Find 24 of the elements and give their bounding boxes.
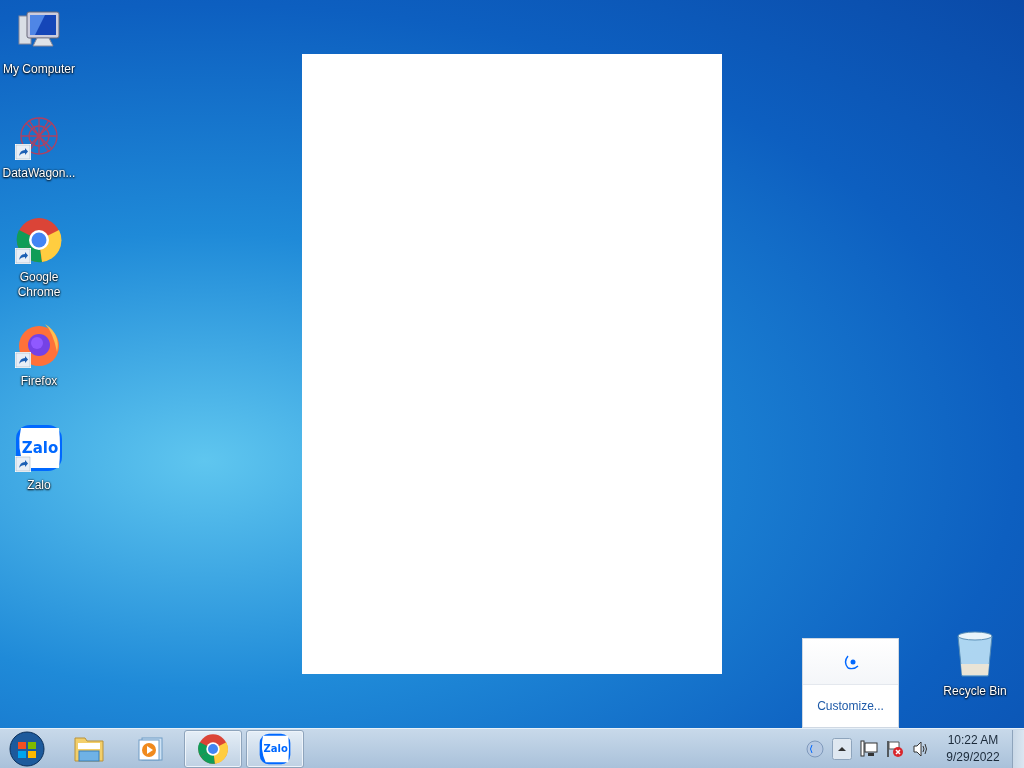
shortcut-arrow-icon bbox=[15, 248, 31, 264]
icon-label: DataWagon... bbox=[1, 166, 77, 181]
icon-label: Firefox bbox=[19, 374, 59, 389]
clock-time: 10:22 AM bbox=[946, 731, 1000, 749]
taskbar-button[interactable] bbox=[184, 729, 242, 768]
recycle-bin-icon[interactable] bbox=[955, 630, 995, 678]
network-icon[interactable] bbox=[860, 739, 878, 758]
show-hidden-icons-button[interactable] bbox=[832, 737, 852, 760]
icon-label: Zalo bbox=[26, 478, 52, 493]
icon-label: My Computer bbox=[2, 62, 76, 77]
shortcut-arrow-icon bbox=[15, 144, 31, 160]
shortcut-arrow-icon bbox=[15, 456, 31, 472]
volume-icon[interactable] bbox=[912, 739, 930, 758]
start-button[interactable] bbox=[8, 729, 46, 768]
icon-label: Recycle Bin bbox=[942, 684, 1008, 699]
taskbar-button[interactable]: Zalo bbox=[246, 729, 304, 768]
chrome-icon bbox=[197, 732, 229, 765]
flag-icon[interactable] bbox=[886, 739, 904, 758]
shortcut-arrow-icon bbox=[15, 352, 31, 368]
icon-label: Google Chrome bbox=[16, 270, 62, 300]
customize-link[interactable]: Customize... bbox=[817, 697, 884, 715]
zalo-logo: Zalo bbox=[259, 732, 291, 765]
media-player-icon bbox=[137, 734, 165, 763]
clock-date: 9/29/2022 bbox=[945, 748, 1001, 766]
